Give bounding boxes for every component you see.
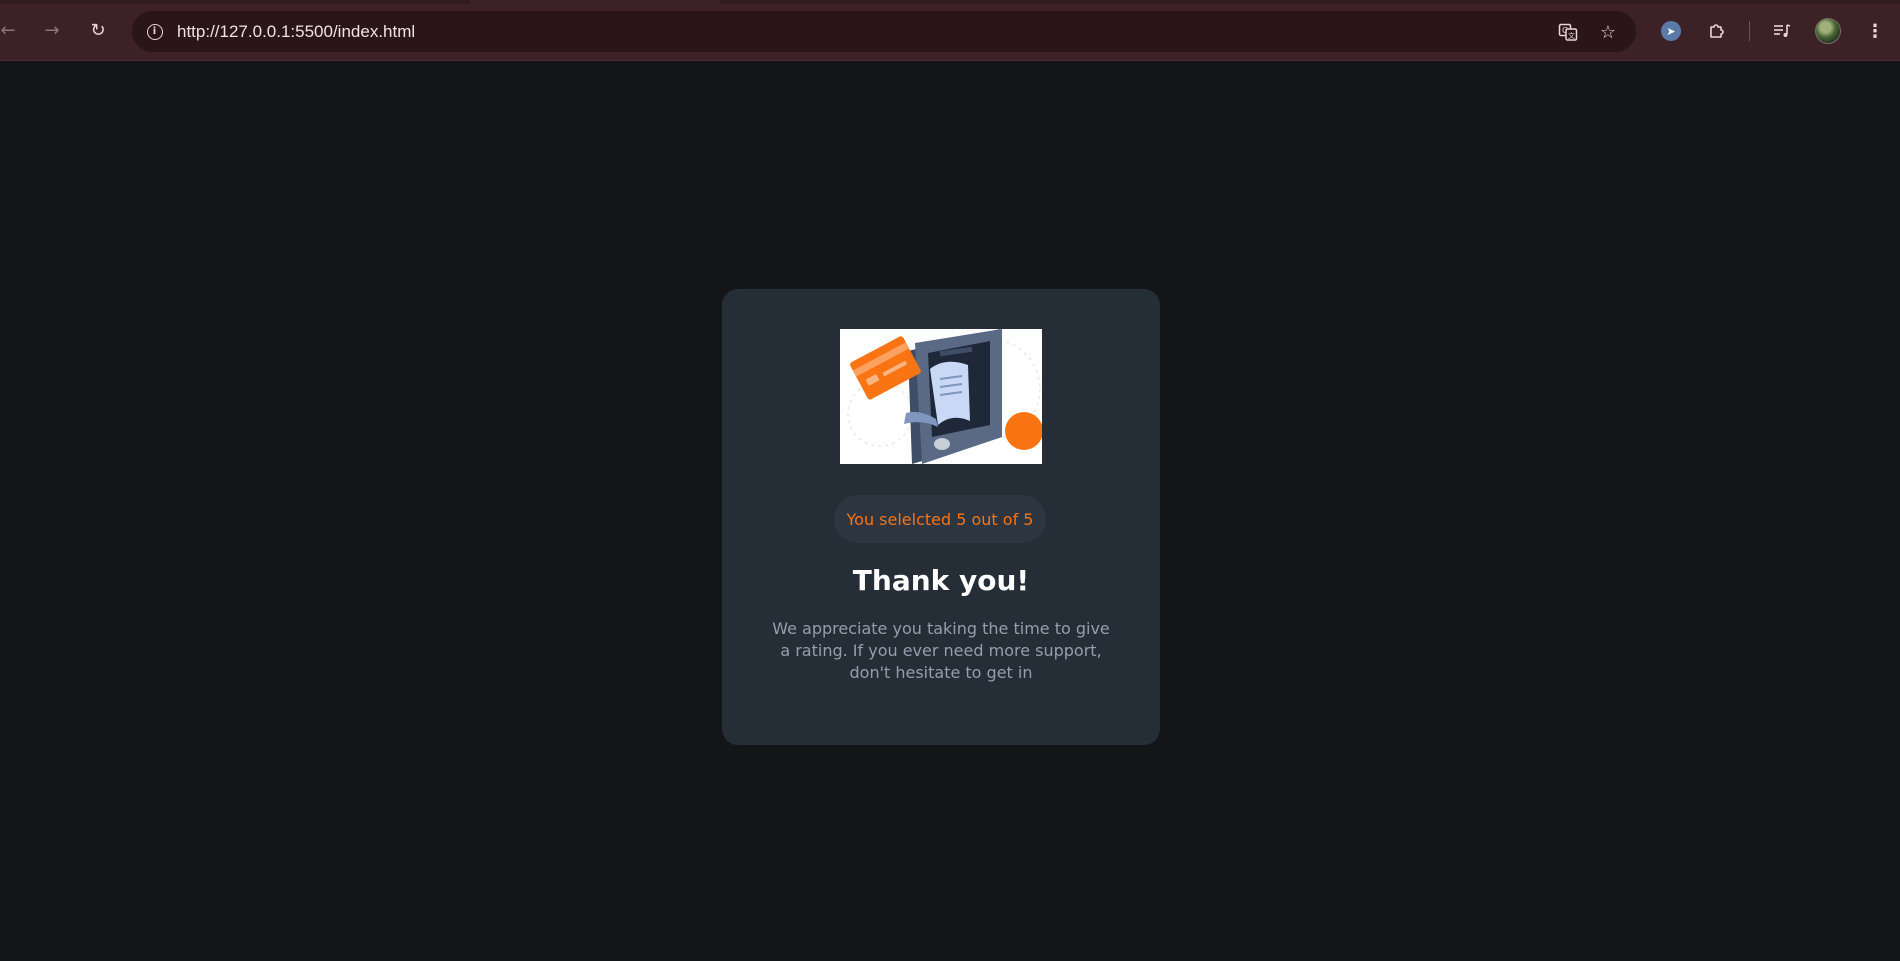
avatar bbox=[1815, 18, 1841, 44]
site-info-button[interactable]: i bbox=[142, 19, 167, 44]
thank-you-message: We appreciate you taking the time to giv… bbox=[772, 619, 1110, 682]
puzzle-icon bbox=[1710, 24, 1724, 38]
url-text[interactable]: http://127.0.0.1:5500/index.html bbox=[177, 21, 415, 43]
thank-you-illustration bbox=[840, 329, 1043, 464]
bookmark-button[interactable]: ☆ bbox=[1595, 19, 1621, 45]
svg-text:文: 文 bbox=[1568, 31, 1575, 40]
back-button[interactable]: ← bbox=[0, 16, 22, 44]
tab-strip bbox=[0, 0, 1900, 4]
kebab-menu-icon: ⋮ bbox=[1866, 20, 1884, 42]
translate-button[interactable]: G 文 bbox=[1555, 19, 1581, 45]
rating-result-text: You selelcted 5 out of 5 bbox=[846, 509, 1034, 529]
star-icon: ☆ bbox=[1599, 21, 1617, 43]
reload-button[interactable]: ↻ bbox=[84, 16, 112, 44]
arrow-right-icon: → bbox=[44, 19, 60, 41]
cursor-extension-button[interactable]: ➤ bbox=[1657, 17, 1685, 45]
cursor-extension-icon: ➤ bbox=[1661, 21, 1681, 41]
thank-you-title: Thank you! bbox=[852, 564, 1030, 597]
menu-button[interactable]: ⋮ bbox=[1861, 17, 1889, 45]
address-bar[interactable]: i http://127.0.0.1:5500/index.html G 文 ☆ bbox=[132, 11, 1636, 52]
forward-button[interactable]: → bbox=[38, 16, 66, 44]
page-viewport: You selelcted 5 out of 5 Thank you! We a… bbox=[0, 62, 1900, 961]
profile-button[interactable] bbox=[1814, 17, 1842, 45]
active-tab-edge[interactable] bbox=[470, 0, 720, 4]
thank-you-card: You selelcted 5 out of 5 Thank you! We a… bbox=[722, 289, 1160, 745]
extensions-button[interactable] bbox=[1703, 17, 1731, 45]
payment-phone-illustration bbox=[840, 329, 1043, 464]
translate-icon: G 文 bbox=[1558, 23, 1578, 41]
media-control-button[interactable] bbox=[1768, 17, 1796, 45]
info-icon: i bbox=[146, 23, 163, 40]
media-control-icon bbox=[1774, 24, 1791, 37]
reload-icon: ↻ bbox=[90, 19, 106, 41]
browser-toolbar: ← → ↻ i http://127.0.0.1:5500/index.html… bbox=[0, 0, 1900, 61]
rating-result-badge: You selelcted 5 out of 5 bbox=[834, 495, 1046, 543]
toolbar-divider bbox=[1749, 21, 1750, 41]
arrow-left-icon: ← bbox=[0, 19, 16, 41]
